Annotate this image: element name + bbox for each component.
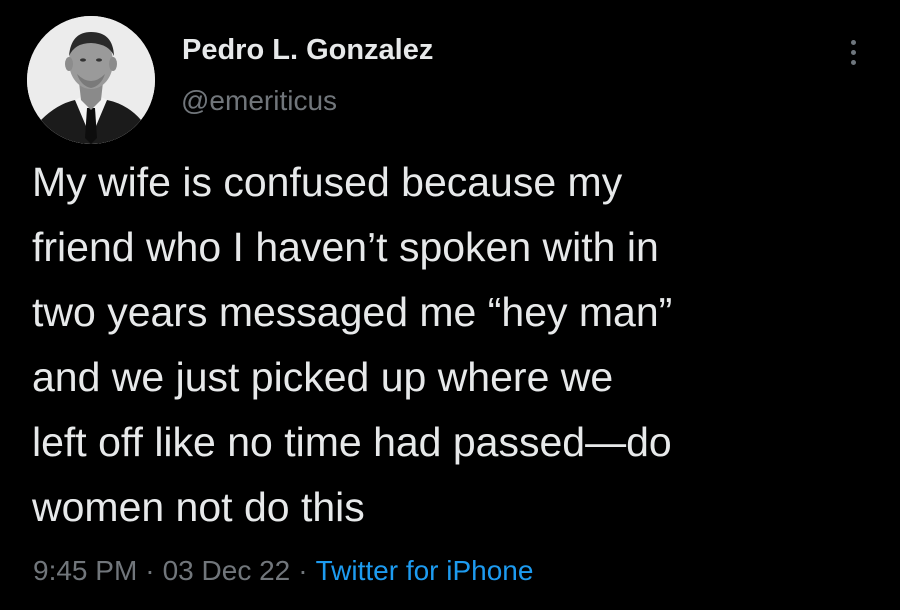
more-dot <box>850 59 856 65</box>
meta-separator: · <box>145 555 155 586</box>
tweet-text: My wife is confused because my friend wh… <box>32 150 882 540</box>
meta-separator: · <box>298 555 308 586</box>
user-handle[interactable]: @emeriticus <box>181 85 337 117</box>
tweet-date[interactable]: 03 Dec 22 <box>163 555 291 586</box>
avatar[interactable] <box>27 16 155 144</box>
tweet-text-line: left off like no time had passed—do <box>32 419 672 465</box>
tweet-time[interactable]: 9:45 PM <box>33 555 137 586</box>
tweet-text-line: My wife is confused because my <box>32 159 623 205</box>
tweet-text-line: women not do this <box>32 484 365 530</box>
tweet-text-line: and we just picked up where we <box>32 354 614 400</box>
tweet-meta: 9:45 PM · 03 Dec 22 · Twitter for iPhone <box>33 555 533 587</box>
tweet-source-link[interactable]: Twitter for iPhone <box>316 555 534 586</box>
more-options-icon[interactable] <box>840 30 866 74</box>
more-dot <box>850 39 856 45</box>
more-dot <box>850 49 856 55</box>
tweet-text-line: friend who I haven’t spoken with in <box>32 224 659 270</box>
display-name[interactable]: Pedro L. Gonzalez <box>182 34 433 67</box>
avatar-portrait <box>27 16 155 144</box>
tweet-text-line: two years messaged me “hey man” <box>32 289 673 335</box>
tweet-card: Pedro L. Gonzalez @emeriticus My wife is… <box>0 0 900 610</box>
